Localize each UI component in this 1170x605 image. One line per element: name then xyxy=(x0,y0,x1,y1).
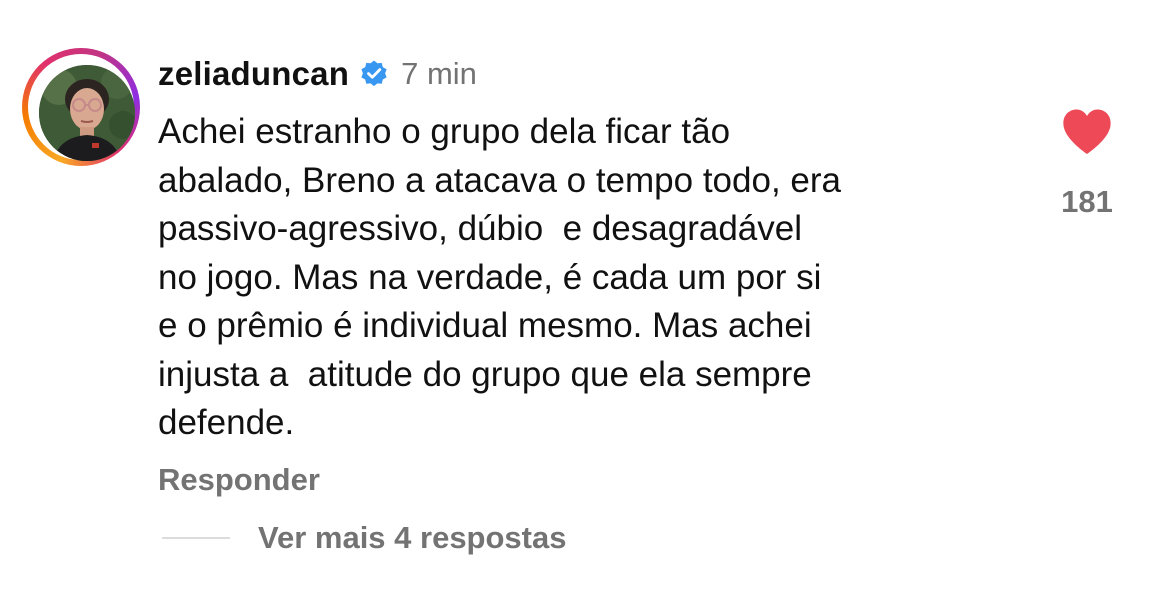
comment-text-line: e o prêmio é individual mesmo. Mas achei xyxy=(158,306,812,345)
username-link[interactable]: zeliaduncan xyxy=(158,55,349,93)
comment-text: Achei estranho o grupo dela ficar tão ab… xyxy=(158,108,1018,448)
comment-header: zeliaduncan 7 min xyxy=(158,52,477,96)
comment-text-line: injusta a atitude do grupo que ela sempr… xyxy=(158,354,812,394)
comment-text-line: passivo-agressivo, dúbio e desagradável xyxy=(158,209,802,248)
view-more-replies-button[interactable]: Ver mais 4 respostas xyxy=(258,520,566,556)
replies-divider xyxy=(162,537,230,539)
reply-button[interactable]: Responder xyxy=(158,462,320,498)
comment-timestamp: 7 min xyxy=(401,56,477,91)
avatar[interactable] xyxy=(39,65,135,161)
like-count[interactable]: 181 xyxy=(1052,184,1122,220)
avatar-photo xyxy=(39,65,135,161)
comment-text-line: defende. xyxy=(158,403,295,442)
verified-badge-icon xyxy=(361,60,387,87)
like-area: 181 xyxy=(1052,108,1122,220)
view-replies-row[interactable]: Ver mais 4 respostas xyxy=(162,520,566,556)
comment-text-line: Achei estranho o grupo dela ficar tão xyxy=(158,112,731,151)
heart-icon[interactable] xyxy=(1061,108,1113,156)
comment-text-line: no jogo. Mas na verdade, é cada um por s… xyxy=(158,257,822,297)
avatar-story-ring[interactable] xyxy=(22,48,140,166)
comment-text-line: abalado, Breno a atacava o tempo todo, e… xyxy=(158,160,841,200)
comment-item: zeliaduncan 7 min Achei estranho o grupo… xyxy=(0,0,1170,605)
